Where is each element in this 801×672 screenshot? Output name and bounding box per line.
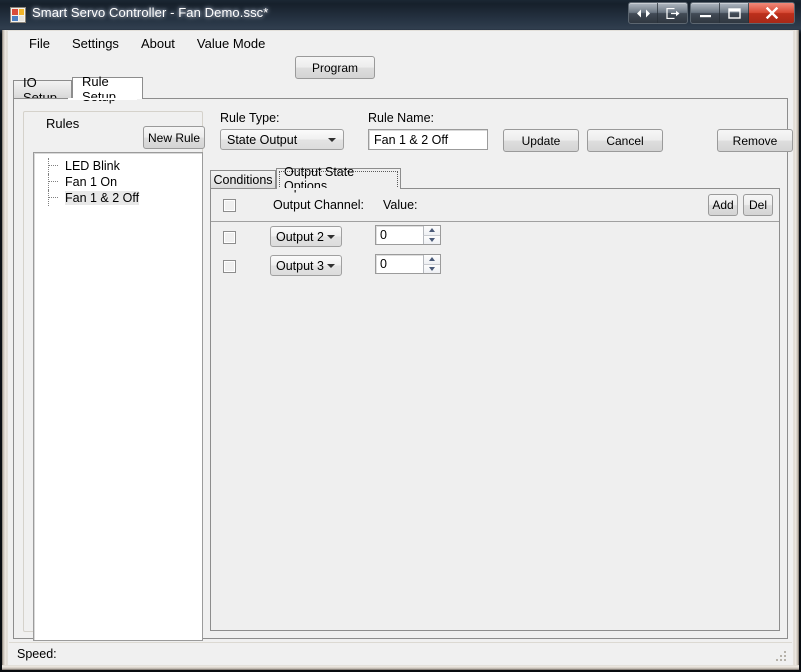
select-all-checkbox[interactable] — [223, 199, 236, 212]
program-button[interactable]: Program — [295, 56, 375, 79]
column-header-output-channel: Output Channel: — [273, 198, 365, 212]
stepper-down-icon[interactable] — [423, 235, 440, 244]
rule-type-select[interactable]: State Output — [220, 129, 344, 150]
restore-export-icon[interactable] — [658, 3, 687, 23]
menu-item-file[interactable]: File — [18, 33, 61, 54]
new-rule-button[interactable]: New Rule — [143, 126, 205, 149]
outer-tab-strip: IO Setup Rule Setup — [13, 74, 788, 105]
application-window: Smart Servo Controller - Fan Demo.ssc* F… — [0, 0, 801, 672]
tab-io-setup[interactable]: IO Setup — [13, 75, 72, 105]
update-button[interactable]: Update — [503, 129, 579, 152]
row-checkbox[interactable] — [223, 231, 236, 244]
outer-tab-selected-join — [68, 98, 137, 100]
rule-detail-pane: Rule Type: State Output Rule Name: Fan 1… — [210, 111, 793, 632]
output-grid-header: Output Channel: Value: Add Del — [211, 189, 779, 222]
output-channel-value: Output 3 — [276, 258, 324, 273]
menu-item-settings[interactable]: Settings — [61, 33, 130, 54]
menu-bar: File Settings About Value Mode — [8, 31, 793, 55]
inner-tab-selected-join — [277, 188, 400, 190]
output-channel-value: Output 2 — [276, 229, 324, 244]
rules-group-box: Rules New Rule LED Blink Fan 1 On Fan 1 … — [23, 111, 205, 641]
del-button[interactable]: Del — [743, 194, 773, 216]
output-channel-select[interactable]: Output 3 — [270, 255, 342, 276]
rule-tree-label: Fan 1 On — [65, 175, 118, 189]
minimize-icon[interactable] — [691, 3, 720, 23]
tab-rule-setup[interactable]: Rule Setup — [72, 74, 143, 104]
app-squares-icon — [10, 7, 26, 23]
resize-grip[interactable] — [776, 649, 789, 662]
value-stepper-buttons — [423, 226, 440, 244]
list-item[interactable]: LED Blink — [34, 158, 202, 174]
chevron-down-icon — [327, 235, 335, 239]
window-extra-buttons — [628, 2, 688, 24]
tab-conditions[interactable]: Conditions — [210, 170, 276, 189]
chevron-down-icon — [328, 138, 336, 142]
rules-group-title: Rules — [42, 116, 84, 131]
chevron-down-icon — [327, 264, 335, 268]
column-header-value: Value: — [383, 198, 418, 212]
rules-tree-view[interactable]: LED Blink Fan 1 On Fan 1 & 2 Off — [33, 152, 203, 641]
rule-tree-label: LED Blink — [65, 159, 120, 173]
rule-name-value: Fan 1 & 2 Off — [374, 132, 449, 147]
remove-button[interactable]: Remove — [717, 129, 793, 152]
menu-item-value-mode[interactable]: Value Mode — [186, 33, 276, 54]
inner-tab-strip: Conditions Output State Options — [210, 165, 780, 193]
menu-item-about[interactable]: About — [130, 33, 186, 54]
rule-tree-label: Fan 1 & 2 Off — [65, 191, 140, 205]
window-title: Smart Servo Controller - Fan Demo.ssc* — [32, 5, 269, 20]
title-bar[interactable]: Smart Servo Controller - Fan Demo.ssc* — [0, 0, 801, 30]
table-row[interactable]: Output 2 0 — [211, 223, 779, 252]
resize-arrows-icon[interactable] — [629, 3, 658, 23]
value-stepper-buttons — [423, 255, 440, 273]
row-checkbox[interactable] — [223, 260, 236, 273]
status-text: Speed: — [17, 646, 57, 661]
rule-type-label: Rule Type: — [220, 111, 280, 125]
rule-setup-page: Rules New Rule LED Blink Fan 1 On Fan 1 … — [13, 99, 793, 641]
value-stepper-value: 0 — [380, 257, 387, 271]
status-bar: Speed: — [9, 642, 792, 664]
value-stepper-value: 0 — [380, 228, 387, 242]
output-channel-select[interactable]: Output 2 — [270, 226, 342, 247]
rule-name-input[interactable]: Fan 1 & 2 Off — [368, 129, 488, 150]
focus-rectangle — [279, 171, 398, 189]
table-row[interactable]: Output 3 0 — [211, 252, 779, 281]
maximize-icon[interactable] — [720, 3, 749, 23]
output-state-options-panel: Output Channel: Value: Add Del Output 2 … — [210, 189, 780, 631]
add-button[interactable]: Add — [708, 194, 738, 216]
value-stepper[interactable]: 0 — [375, 254, 441, 274]
client-area: File Settings About Value Mode Program I… — [7, 30, 794, 666]
window-main-buttons — [690, 2, 795, 24]
stepper-up-icon[interactable] — [423, 226, 440, 236]
tab-output-state-options[interactable]: Output State Options — [276, 165, 401, 193]
rule-name-label: Rule Name: — [368, 111, 434, 125]
value-stepper[interactable]: 0 — [375, 225, 441, 245]
window-border-right[interactable] — [794, 30, 799, 669]
rule-type-value: State Output — [227, 132, 298, 147]
list-item[interactable]: Fan 1 On — [34, 174, 202, 190]
close-icon[interactable] — [749, 3, 794, 23]
stepper-up-icon[interactable] — [423, 255, 440, 265]
cancel-button[interactable]: Cancel — [587, 129, 663, 152]
list-item[interactable]: Fan 1 & 2 Off — [34, 190, 202, 206]
stepper-down-icon[interactable] — [423, 264, 440, 273]
